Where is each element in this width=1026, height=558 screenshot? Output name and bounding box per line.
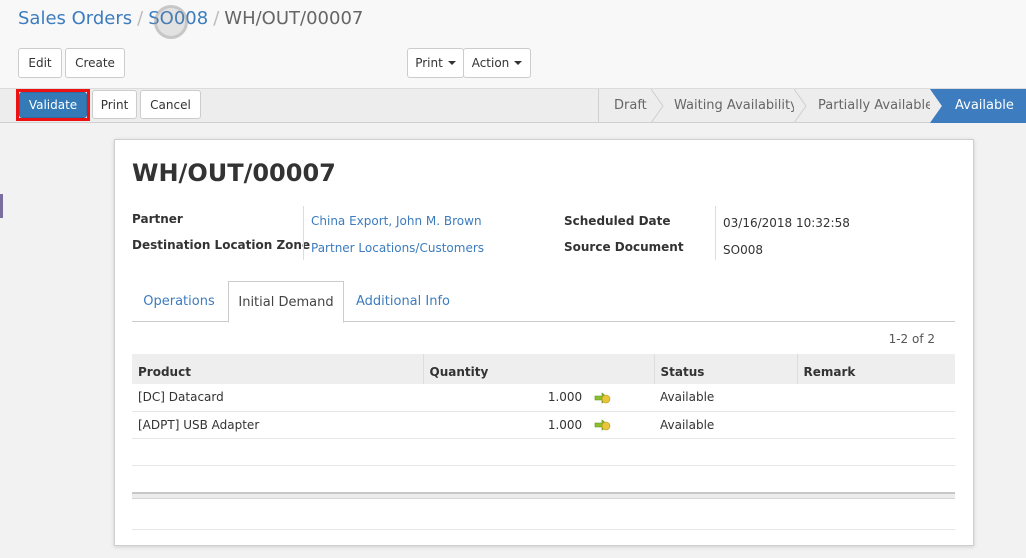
destination-label: Destination Location Zone <box>132 238 311 252</box>
moves-table: Product Quantity Status Remark [DC] Data… <box>132 354 955 439</box>
click-ripple <box>154 5 188 39</box>
cell-status: Available <box>654 384 797 412</box>
stage-arrow-icon <box>794 89 807 123</box>
pager: 1-2 of 2 <box>888 332 935 346</box>
stage-draft[interactable]: Draft <box>599 89 664 123</box>
stage-label: Draft <box>614 98 647 113</box>
table-header-row: Product Quantity Status Remark <box>132 354 955 384</box>
forecast-arrow-icon[interactable] <box>594 392 612 404</box>
scheduled-date-value: 03/16/2018 10:32:58 <box>723 216 850 230</box>
column-product[interactable]: Product <box>132 354 423 384</box>
cell-product: [ADPT] USB Adapter <box>132 411 423 439</box>
table-footer <box>132 492 955 499</box>
caret-down-icon <box>514 61 523 65</box>
print-dropdown-label: Print <box>415 56 443 70</box>
column-status[interactable]: Status <box>653 354 797 384</box>
breadcrumb-current: WH/OUT/00007 <box>224 8 364 29</box>
form-sheet: WH/OUT/00007 Partner Destination Locatio… <box>114 139 974 546</box>
cell-remark <box>797 384 955 412</box>
quantity-value: 1.000 <box>547 417 583 432</box>
partner-value[interactable]: China Export, John M. Brown <box>311 214 482 228</box>
print-button[interactable]: Print <box>92 90 137 119</box>
table-row[interactable]: [DC] Datacard 1.000 Available <box>132 384 955 412</box>
breadcrumb-separator: / <box>213 8 220 29</box>
tab-operations[interactable]: Operations <box>132 281 226 322</box>
quantity-value: 1.000 <box>547 390 583 405</box>
column-remark[interactable]: Remark <box>796 354 955 384</box>
tab-additional-info[interactable]: Additional Info <box>346 281 460 322</box>
tab-initial-demand[interactable]: Initial Demand <box>228 281 344 323</box>
breadcrumb-separator: / <box>137 8 144 29</box>
create-button[interactable]: Create <box>65 48 125 78</box>
empty-row-line <box>132 529 955 530</box>
stage-pipeline: Draft Waiting Availability Partially Ava… <box>598 89 1026 123</box>
partner-label: Partner <box>132 212 183 226</box>
notebook-tabs: Operations Initial Demand Additional Inf… <box>132 281 955 323</box>
side-marker <box>0 194 3 218</box>
destination-value[interactable]: Partner Locations/Customers <box>311 241 484 255</box>
breadcrumb-sales-orders[interactable]: Sales Orders <box>18 8 132 29</box>
cell-quantity: 1.000 <box>423 384 654 412</box>
source-document-value: SO008 <box>723 243 763 257</box>
column-quantity[interactable]: Quantity <box>422 354 654 384</box>
cancel-button[interactable]: Cancel <box>140 90 201 119</box>
stage-partially[interactable]: Partially Available <box>795 89 942 123</box>
empty-row-line <box>132 465 955 466</box>
stage-arrow-icon <box>651 89 664 123</box>
breadcrumb: Sales Orders / SO008/WH/OUT/00007 <box>18 8 363 29</box>
stage-label: Waiting Availability <box>674 98 798 113</box>
cell-status: Available <box>654 411 797 439</box>
action-dropdown[interactable]: Action <box>463 48 531 78</box>
stage-waiting[interactable]: Waiting Availability <box>652 89 807 123</box>
stage-label: Partially Available <box>818 98 934 113</box>
edit-button[interactable]: Edit <box>18 48 62 78</box>
table-row[interactable]: [ADPT] USB Adapter 1.000 Available <box>132 411 955 439</box>
forecast-arrow-icon[interactable] <box>594 419 612 431</box>
caret-down-icon <box>447 61 456 65</box>
source-document-label: Source Document <box>564 240 684 254</box>
print-dropdown[interactable]: Print <box>407 48 464 78</box>
cell-product: [DC] Datacard <box>132 384 423 412</box>
divider <box>303 206 304 260</box>
cell-remark <box>797 411 955 439</box>
divider <box>715 206 716 260</box>
cell-quantity: 1.000 <box>423 411 654 439</box>
scheduled-date-label: Scheduled Date <box>564 214 671 228</box>
page-title: WH/OUT/00007 <box>132 159 336 187</box>
action-dropdown-label: Action <box>471 56 510 70</box>
stage-arrow-icon <box>930 89 942 123</box>
highlight-box <box>16 89 90 121</box>
stage-label: Available <box>955 98 1014 113</box>
stage-available[interactable]: Available <box>931 89 1026 123</box>
